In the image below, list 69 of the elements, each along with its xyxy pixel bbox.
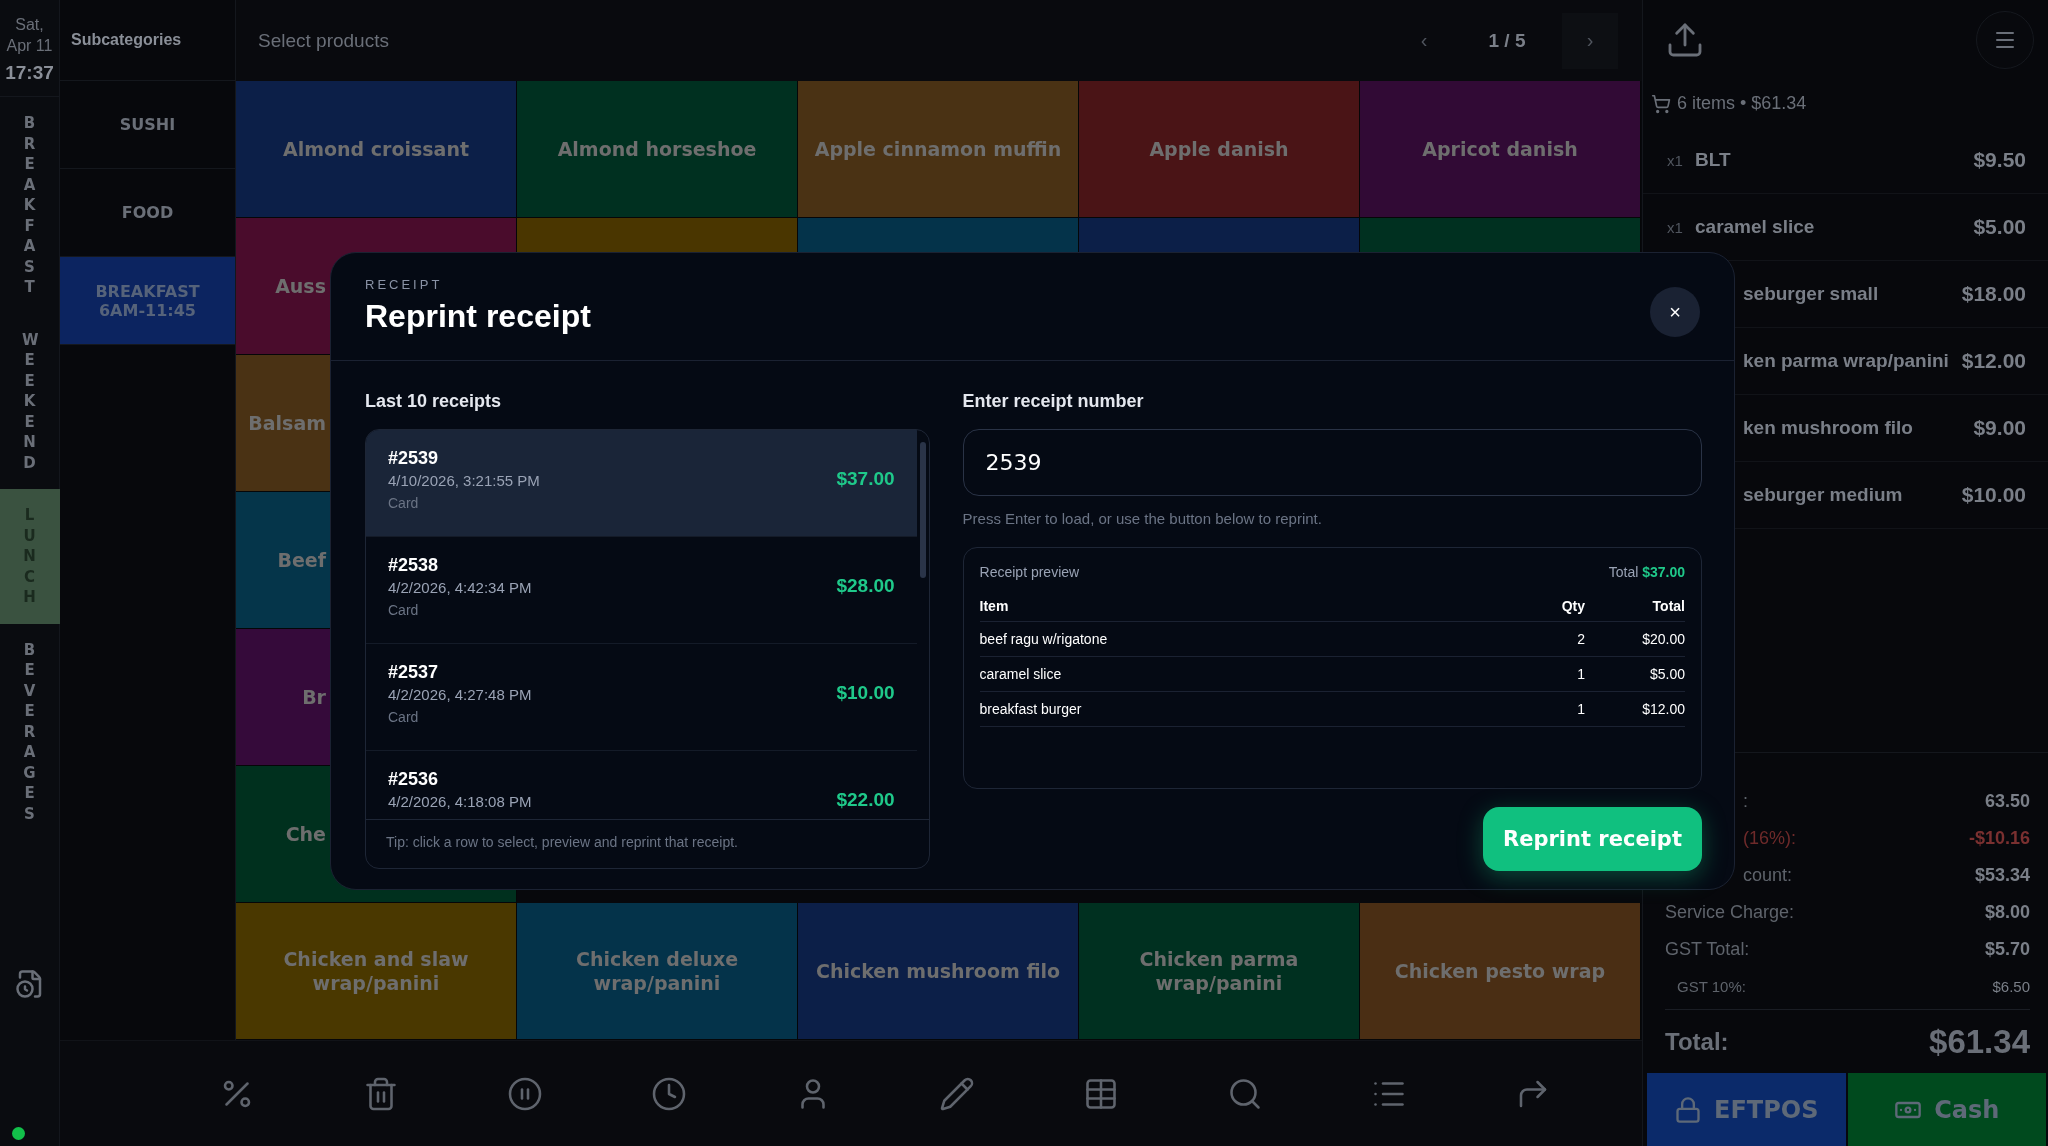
item-name: ken parma wrap/panini xyxy=(1743,350,1949,372)
grand-total-label: Total: xyxy=(1665,1027,1729,1056)
item-name: ken mushroom filo xyxy=(1743,417,1913,439)
total-label: Service Charge: xyxy=(1665,902,1795,923)
dialog-eyebrow: RECEIPT xyxy=(365,277,444,292)
column-header: Total xyxy=(1651,597,1685,614)
table-cell-text: $12.00 xyxy=(1641,701,1685,717)
receipt-amount: $22.00 xyxy=(836,789,895,811)
total-label: GST 10%: xyxy=(1677,978,1746,995)
receipt-number: #2538 xyxy=(388,555,440,576)
table-cell-text: 1 xyxy=(1576,701,1585,717)
cart-summary: 6 items • $61.34 xyxy=(1677,93,1807,114)
item-name: seburger small xyxy=(1743,283,1879,305)
date-label: Sat, Apr 11 xyxy=(5,15,54,56)
total-label: (16%): xyxy=(1743,828,1796,849)
field-hint: Press Enter to load, or use the button below to reprint. xyxy=(962,510,1323,527)
receipt-date: 4/2/2026, 4:18:08 PM xyxy=(388,793,532,810)
payment-method: Card xyxy=(388,709,420,725)
table-cell-text: $5.00 xyxy=(1648,666,1685,682)
table-cell-text: $20.00 xyxy=(1641,631,1685,647)
item-quantity: x1 xyxy=(1667,151,1684,169)
item-name: seburger medium xyxy=(1743,484,1903,506)
table-cell-text: beef ragu w/rigatone xyxy=(979,631,1109,647)
grand-total-value: $61.34 xyxy=(1929,1022,2030,1061)
column-header: Item xyxy=(979,597,1010,614)
table-cell-text: 2 xyxy=(1576,631,1585,647)
total-value: 63.50 xyxy=(1984,791,2030,812)
table-cell-text: 1 xyxy=(1576,666,1585,682)
tip-text: Tip: click a row to select, preview and reprint that receipt. xyxy=(385,833,739,852)
column-header: Qty xyxy=(1560,597,1585,614)
list-title: Last 10 receipts xyxy=(365,391,503,413)
item-price: $18.00 xyxy=(1961,282,2026,306)
total-value: $53.34 xyxy=(1974,865,2030,886)
total-value: $5.70 xyxy=(1984,939,2030,960)
receipt-number: #2539 xyxy=(388,448,440,469)
preview-title: Receipt preview xyxy=(979,564,1080,580)
total-label: count: xyxy=(1743,865,1793,886)
receipt-amount: $28.00 xyxy=(836,575,895,597)
item-price: $10.00 xyxy=(1961,483,2026,507)
preview-total: Total $37.00 xyxy=(1608,564,1685,580)
total-label: GST Total: xyxy=(1665,939,1750,960)
dialog-title: Reprint receipt xyxy=(365,298,591,335)
total-value: $8.00 xyxy=(1984,902,2030,923)
receipt-number: #2536 xyxy=(388,769,440,790)
payment-method: Card xyxy=(388,602,420,618)
receipt-date: 4/10/2026, 3:21:55 PM xyxy=(388,472,540,489)
item-price: $5.00 xyxy=(1973,215,2026,239)
total-value: -$10.16 xyxy=(1968,828,2030,849)
total-label: : xyxy=(1743,791,1748,812)
item-price: $9.50 xyxy=(1973,148,2026,172)
item-quantity: x1 xyxy=(1667,218,1684,236)
total-value: $6.50 xyxy=(1992,978,2030,995)
receipt-date: 4/2/2026, 4:27:48 PM xyxy=(388,686,532,703)
item-name: BLT xyxy=(1695,149,1731,171)
table-cell-text: breakfast burger xyxy=(979,701,1083,717)
receipt-amount: $10.00 xyxy=(836,682,895,704)
products-title: Select products xyxy=(258,29,389,52)
item-name: caramel slice xyxy=(1695,216,1815,238)
page-indicator: 1 / 5 xyxy=(1487,29,1527,52)
table-cell-text: caramel slice xyxy=(979,666,1063,682)
item-price: $12.00 xyxy=(1961,349,2026,373)
time-label: 17:37 xyxy=(0,56,59,97)
field-label: Enter receipt number xyxy=(962,391,1145,413)
payment-method: Card xyxy=(388,495,420,511)
subcategories-title: Subcategories xyxy=(60,0,235,81)
receipt-date: 4/2/2026, 4:42:34 PM xyxy=(388,579,532,596)
receipt-amount: $37.00 xyxy=(836,468,895,490)
item-price: $9.00 xyxy=(1973,416,2026,440)
receipt-number: #2537 xyxy=(388,662,440,683)
